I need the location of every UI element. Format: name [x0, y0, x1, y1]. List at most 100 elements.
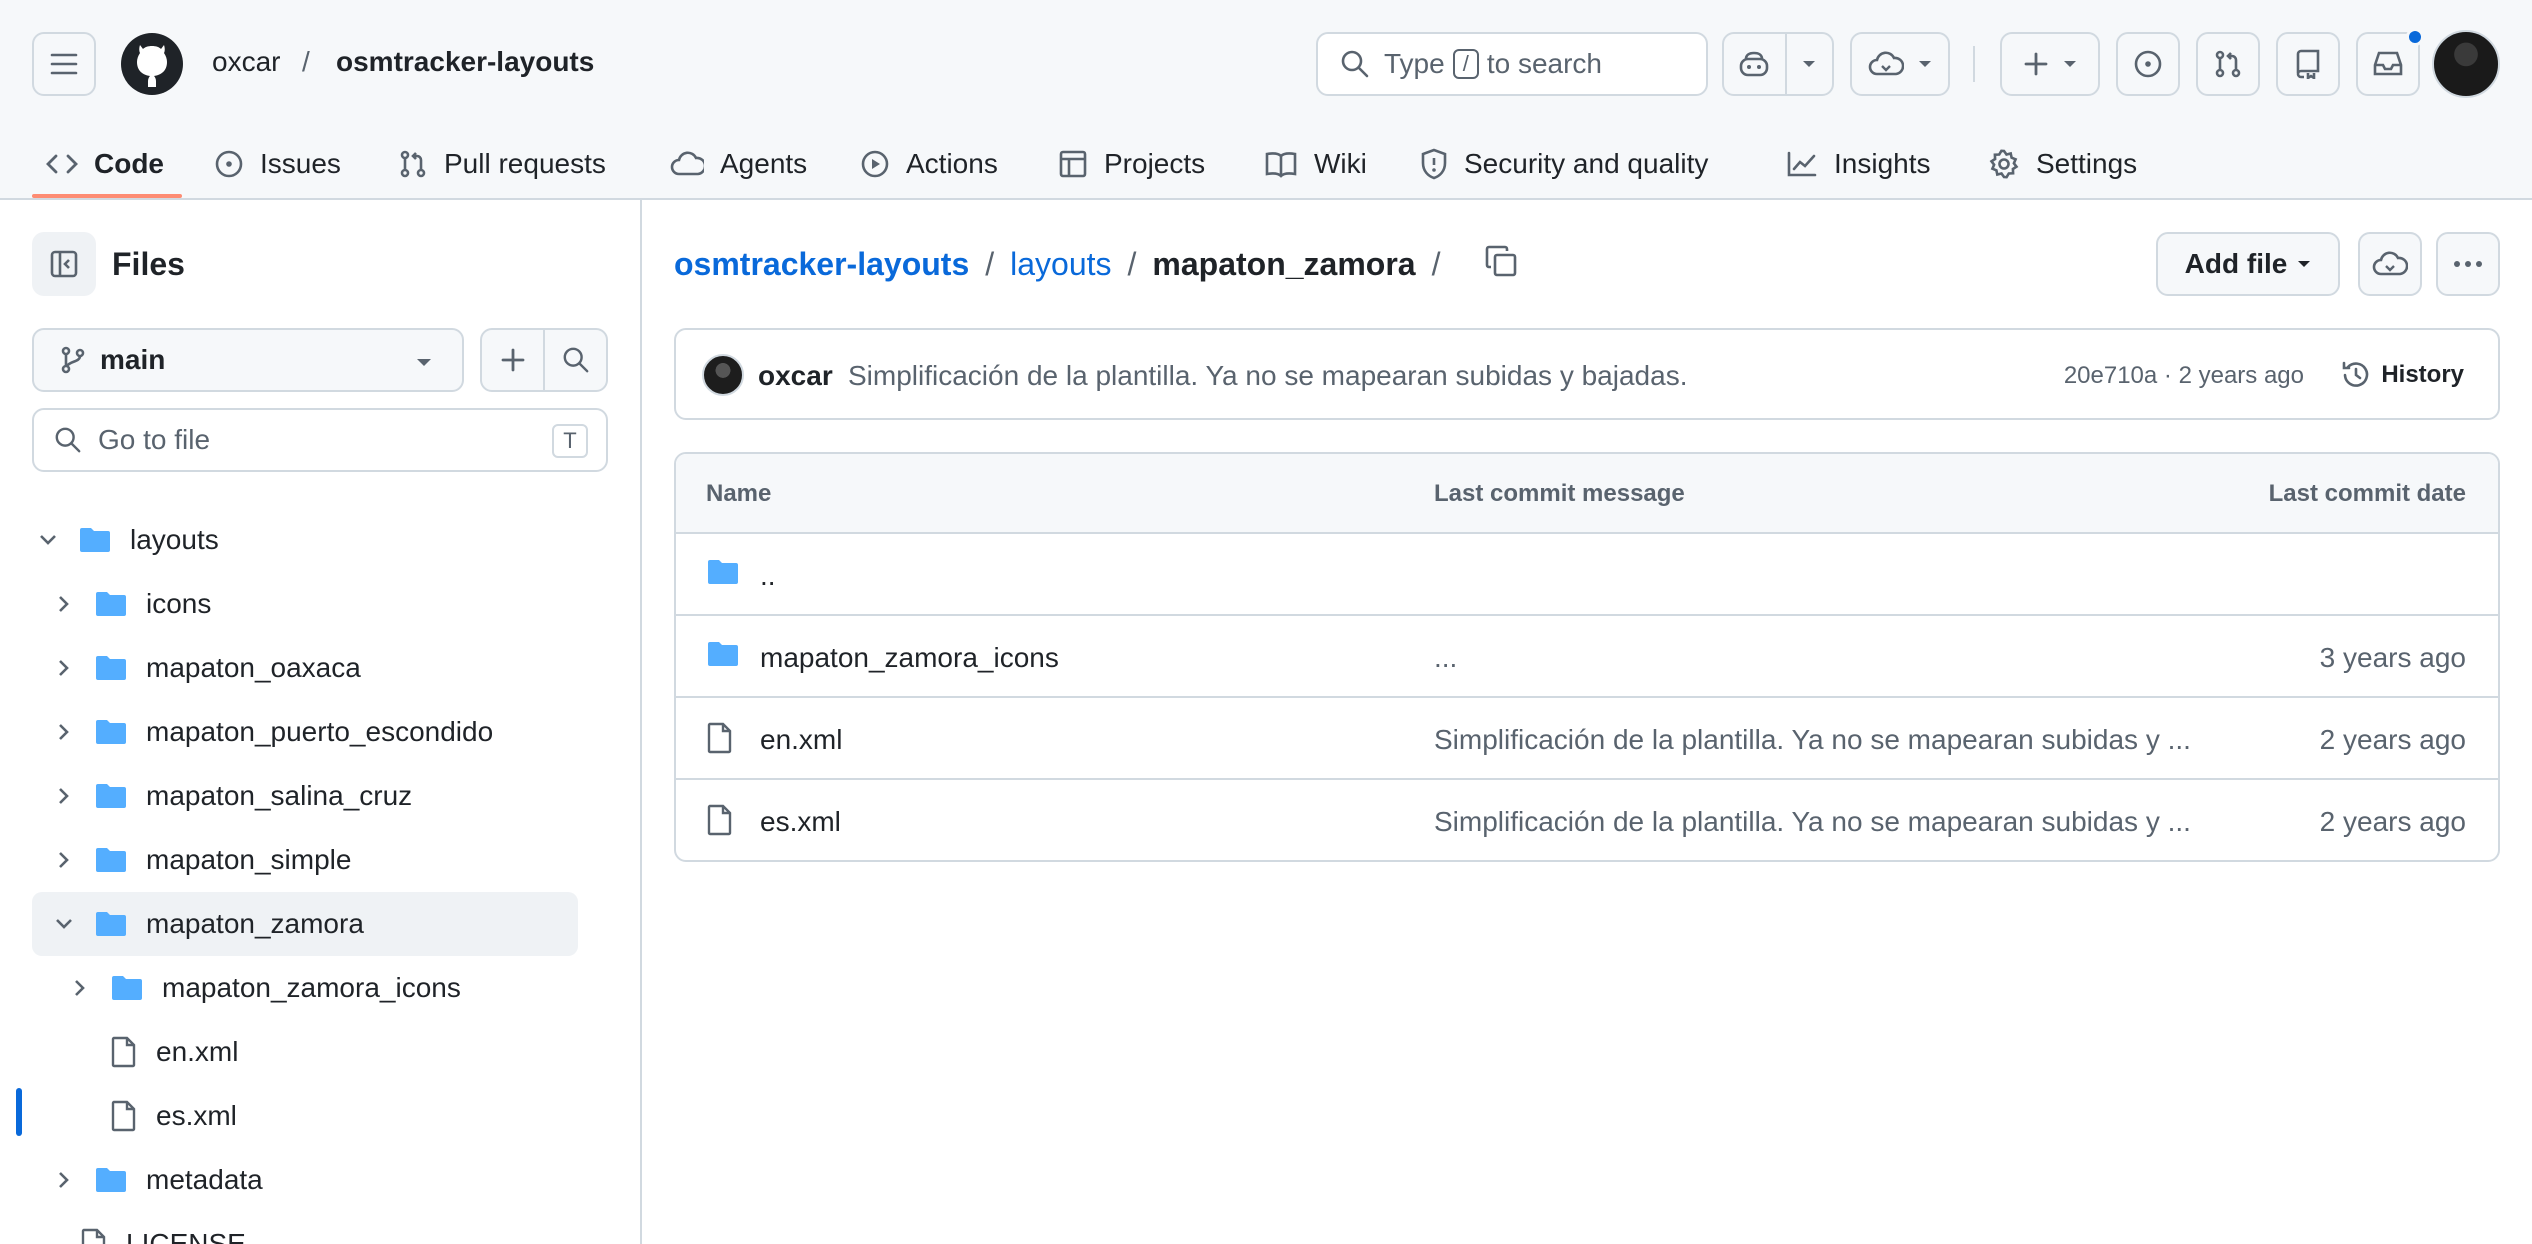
codespaces-icon-button[interactable]	[2358, 232, 2422, 296]
collapse-sidebar-button[interactable]	[32, 232, 96, 296]
table-row[interactable]: en.xml Simplificación de la plantilla. Y…	[676, 698, 2498, 780]
triangle-down-icon	[1803, 61, 1816, 67]
file-table-header: Name Last commit message Last commit dat…	[676, 454, 2498, 534]
main-content: osmtracker-layouts / layouts / mapaton_z…	[642, 200, 2532, 1244]
tab-issues[interactable]: Issues	[214, 128, 341, 200]
branch-selector[interactable]: main	[32, 328, 464, 392]
owner-link[interactable]: oxcar	[212, 46, 280, 78]
repo-link[interactable]: osmtracker-layouts	[336, 46, 594, 78]
path-current: mapaton_zamora	[1152, 246, 1416, 282]
chevron-right-icon[interactable]	[48, 1171, 80, 1189]
commit-date-cell: 2 years ago	[2319, 806, 2466, 837]
repo-tabs: Code Issues Pull requests Agents Actions…	[0, 128, 2532, 200]
tab-label: Actions	[906, 148, 998, 179]
tab-projects[interactable]: Projects	[1058, 128, 1205, 200]
chevron-right-icon[interactable]	[48, 659, 80, 677]
codespaces-button[interactable]	[1850, 32, 1950, 96]
tab-wiki[interactable]: Wiki	[1264, 128, 1367, 200]
breadcrumb-separator: /	[302, 46, 310, 77]
chevron-right-icon[interactable]	[48, 595, 80, 613]
copy-path-button[interactable]	[1484, 244, 1518, 278]
tree-item-label: mapaton_simple	[146, 844, 352, 875]
tree-item-mapaton-zamora[interactable]: mapaton_zamora	[32, 892, 578, 956]
go-to-file-input[interactable]: Go to file T	[32, 408, 608, 472]
tree-item-es-xml[interactable]: es.xml	[0, 1084, 640, 1148]
github-logo-icon[interactable]	[120, 32, 184, 96]
search-prefix: Type	[1384, 48, 1445, 79]
tab-insights[interactable]: Insights	[1786, 128, 1931, 200]
create-new-button[interactable]	[2000, 32, 2100, 96]
tree-item-en-xml[interactable]: en.xml	[0, 1020, 640, 1084]
path-dir-link[interactable]: layouts	[1010, 246, 1111, 283]
chevron-right-icon[interactable]	[64, 979, 96, 997]
path-separator: /	[1127, 246, 1137, 282]
table-row[interactable]: es.xml Simplificación de la plantilla. Y…	[676, 780, 2498, 860]
commit-hash-and-date[interactable]: 20e710a · 2 years ago	[2064, 362, 2304, 390]
search-icon	[563, 347, 588, 373]
issue-icon	[215, 150, 243, 178]
more-options-button[interactable]	[2436, 232, 2500, 296]
copilot-main[interactable]	[1724, 34, 1785, 94]
file-name[interactable]: mapaton_zamora_icons	[760, 642, 1059, 674]
file-name[interactable]: en.xml	[760, 724, 842, 756]
repositories-button[interactable]	[2276, 32, 2340, 96]
tab-code[interactable]: Code	[46, 128, 164, 200]
table-row-parent[interactable]: ..	[676, 534, 2498, 616]
path-trailing-slash: /	[1431, 246, 1441, 282]
chevron-down-icon[interactable]	[32, 534, 64, 546]
chevron-down-icon[interactable]	[48, 918, 80, 930]
folder-icon	[96, 592, 126, 616]
tab-security[interactable]: Security and quality	[1420, 128, 1708, 200]
search-files-button[interactable]	[545, 330, 606, 390]
tree-item-mapaton-salina-cruz[interactable]: mapaton_salina_cruz	[0, 764, 640, 828]
gear-icon	[1989, 149, 2019, 179]
file-table: Name Last commit message Last commit dat…	[674, 452, 2500, 862]
commit-author[interactable]: oxcar	[758, 360, 833, 392]
add-file-button[interactable]	[482, 330, 543, 390]
history-label: History	[2381, 361, 2464, 388]
table-row[interactable]: mapaton_zamora_icons ... 3 years ago	[676, 616, 2498, 698]
file-name[interactable]: ..	[760, 560, 776, 592]
tab-settings[interactable]: Settings	[1988, 128, 2137, 200]
tree-item-mapaton-oaxaca[interactable]: mapaton_oaxaca	[0, 636, 640, 700]
cloud-icon	[2372, 251, 2408, 276]
copilot-button[interactable]	[1722, 32, 1834, 96]
path-repo-link[interactable]: osmtracker-layouts	[674, 246, 969, 283]
issue-icon	[2134, 50, 2162, 78]
history-button[interactable]: History	[2341, 360, 2464, 390]
add-file-dropdown[interactable]: Add file	[2156, 232, 2340, 296]
kebab-horizontal-icon	[2454, 261, 2482, 267]
pull-requests-button[interactable]	[2196, 32, 2260, 96]
file-path-breadcrumb: osmtracker-layouts / layouts / mapaton_z…	[674, 246, 1456, 283]
folder-icon	[96, 720, 126, 744]
go-to-file-placeholder: Go to file	[98, 424, 211, 455]
tree-item-label: metadata	[146, 1164, 263, 1195]
commit-author-avatar[interactable]	[702, 354, 744, 396]
search-input[interactable]: Type / to search	[1316, 32, 1708, 96]
commit-message-cell[interactable]: Simplificación de la plantilla. Ya no se…	[1434, 724, 2214, 756]
tab-label: Issues	[260, 148, 341, 179]
tree-item-mapaton-zamora-icons[interactable]: mapaton_zamora_icons	[0, 956, 640, 1020]
chevron-right-icon[interactable]	[48, 787, 80, 805]
copilot-dropdown[interactable]	[1787, 34, 1832, 94]
tree-item-license[interactable]: LICENSE	[0, 1212, 640, 1244]
sidebar-collapse-icon	[50, 250, 78, 278]
menu-button[interactable]	[32, 32, 96, 96]
tree-item-mapaton-puerto-escondido[interactable]: mapaton_puerto_escondido	[0, 700, 640, 764]
tree-item-metadata[interactable]: metadata	[0, 1148, 640, 1212]
tab-pull-requests[interactable]: Pull requests	[398, 128, 606, 200]
tree-item-icons[interactable]: icons	[0, 572, 640, 636]
file-name[interactable]: es.xml	[760, 806, 841, 838]
chevron-right-icon[interactable]	[48, 723, 80, 741]
tree-item-mapaton-simple[interactable]: mapaton_simple	[0, 828, 640, 892]
issues-button[interactable]	[2116, 32, 2180, 96]
commit-message[interactable]: Simplificación de la plantilla. Ya no se…	[848, 360, 1687, 392]
latest-commit-bar: oxcar Simplificación de la plantilla. Ya…	[674, 328, 2500, 420]
commit-message-cell[interactable]: ...	[1434, 642, 2214, 674]
tab-actions[interactable]: Actions	[860, 128, 998, 200]
tab-agents[interactable]: Agents	[670, 128, 807, 200]
commit-message-cell[interactable]: Simplificación de la plantilla. Ya no se…	[1434, 806, 2214, 838]
user-avatar[interactable]	[2432, 30, 2500, 98]
tree-item-layouts[interactable]: layouts	[0, 508, 640, 572]
chevron-right-icon[interactable]	[48, 851, 80, 869]
